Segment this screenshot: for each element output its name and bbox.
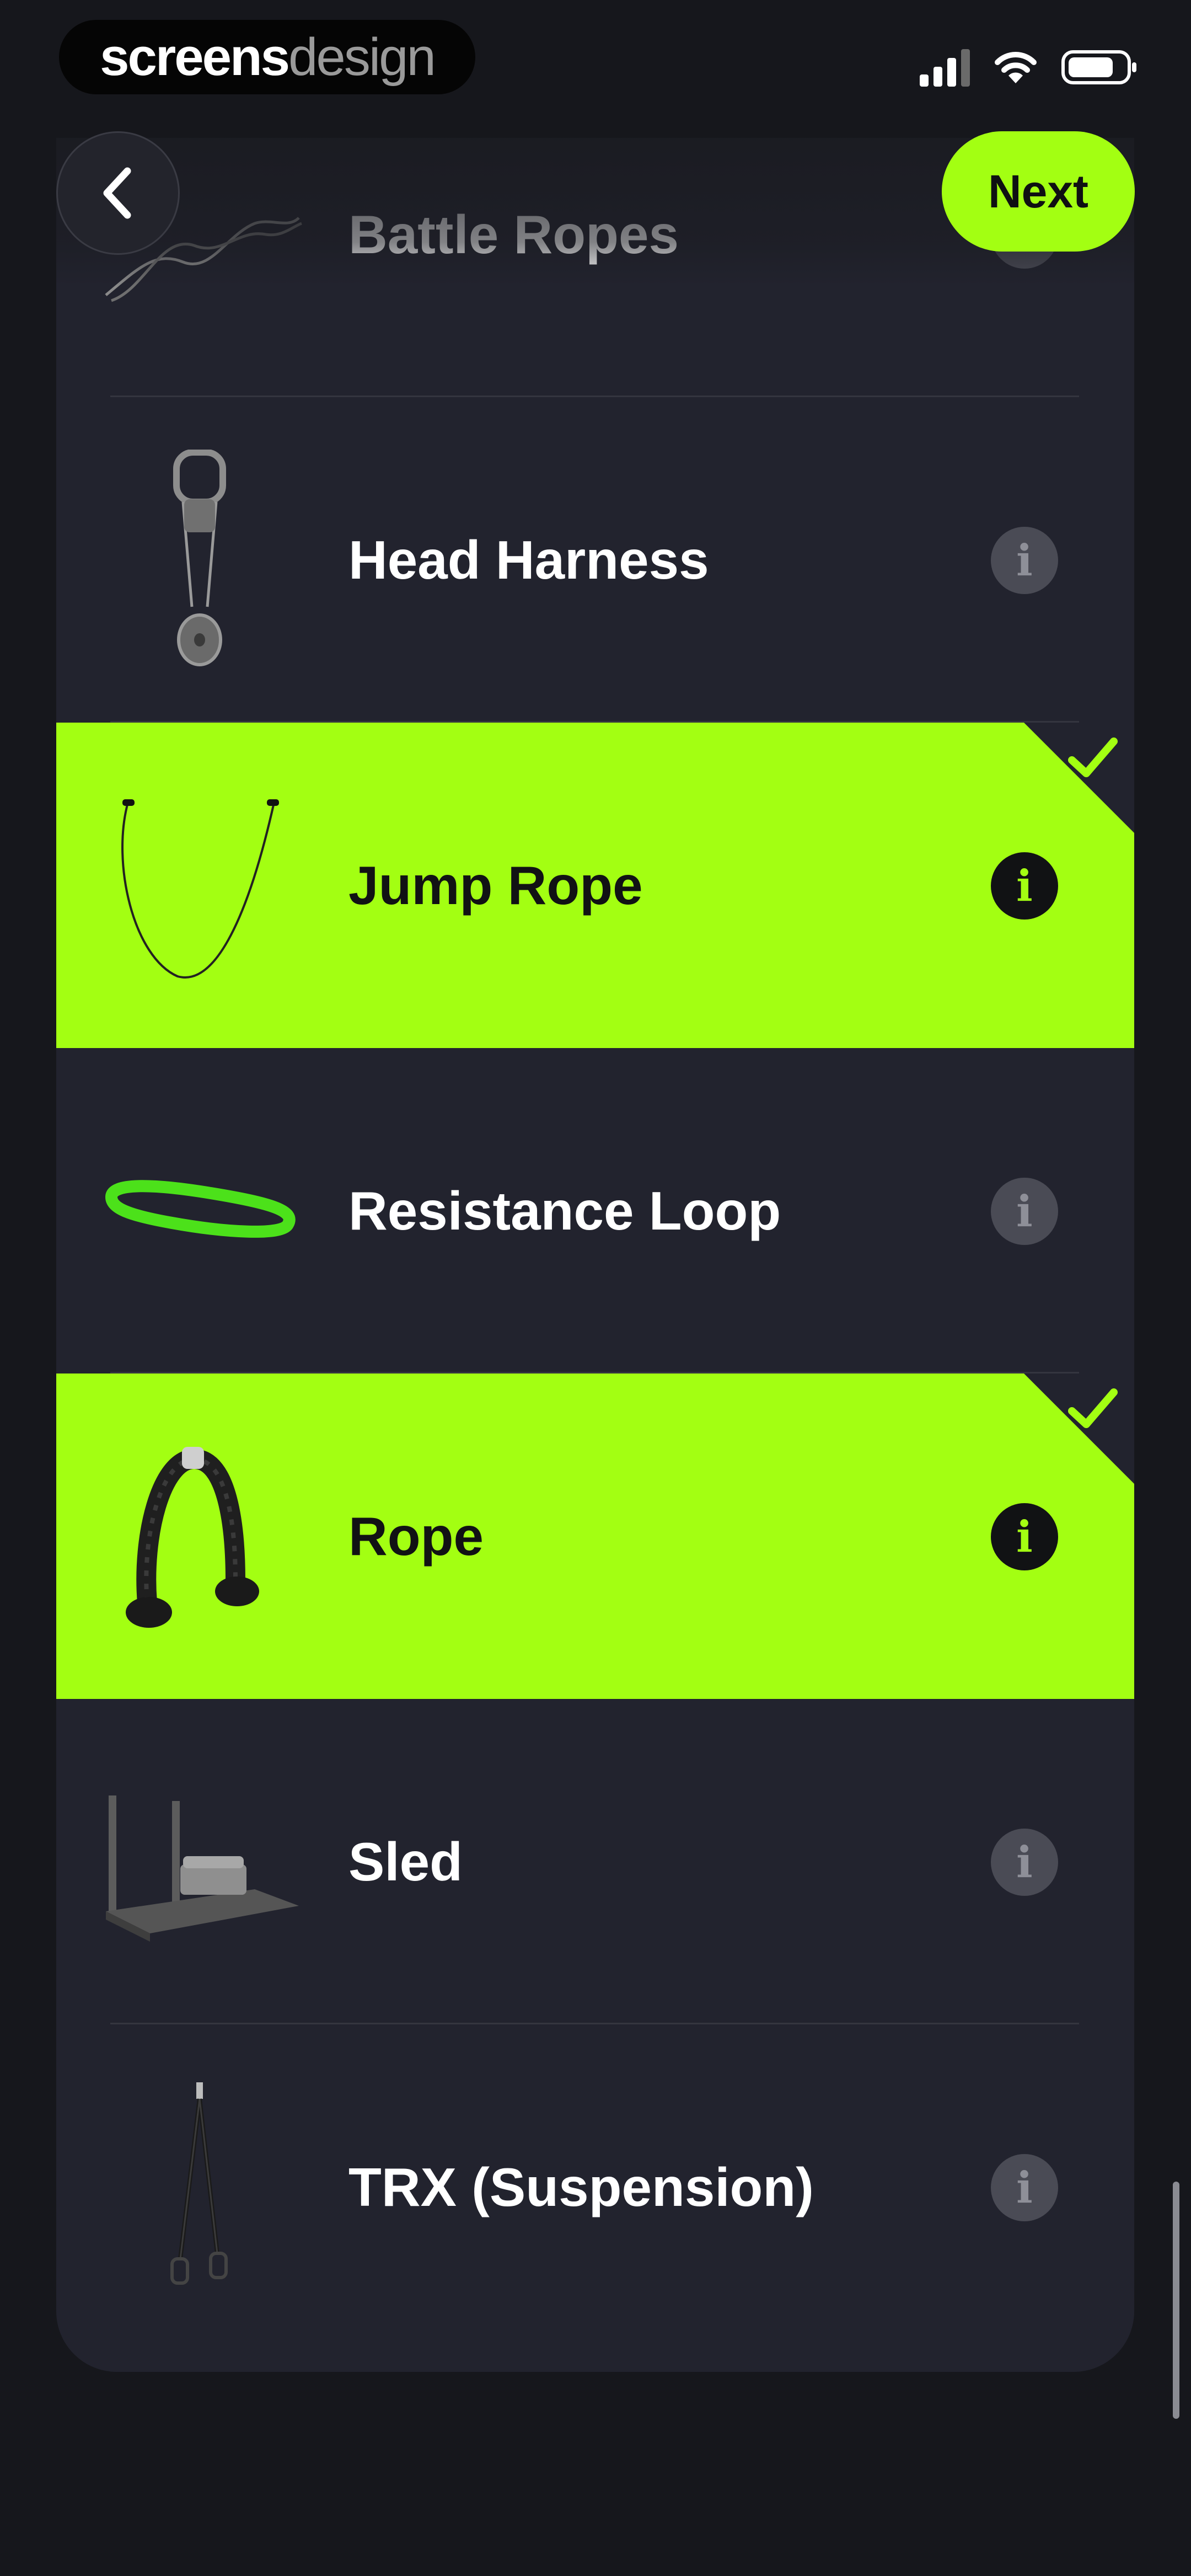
- logo-text-design: design: [288, 27, 436, 87]
- equipment-item-trx[interactable]: TRX (Suspension) i: [56, 2024, 1134, 2350]
- tricep-rope-image: [89, 1426, 310, 1647]
- sled-image: [89, 1751, 310, 1972]
- check-icon: [1068, 737, 1118, 777]
- battery-icon: [1061, 50, 1136, 84]
- equipment-item-rope[interactable]: Rope i: [56, 1373, 1134, 1699]
- head-harness-image: [89, 450, 310, 670]
- resistance-loop-image: [89, 1100, 310, 1321]
- equipment-label: Head Harness: [348, 530, 709, 590]
- equipment-list: Battle Ropes i Head Harness i: [56, 138, 1134, 2372]
- equipment-item-jump-rope[interactable]: Jump Rope i: [56, 723, 1134, 1048]
- equipment-label: Resistance Loop: [348, 1180, 781, 1241]
- logo-text-screens: screens: [100, 27, 290, 87]
- status-bar-icons: [920, 45, 1139, 89]
- jump-rope-image: [89, 775, 310, 996]
- trx-suspension-image: [89, 2077, 310, 2297]
- equipment-label: Sled: [348, 1831, 463, 1892]
- equipment-label: TRX (Suspension): [348, 2157, 814, 2217]
- chevron-left-icon: [103, 167, 131, 219]
- info-icon[interactable]: i: [991, 1829, 1058, 1896]
- equipment-item-resistance-loop[interactable]: Resistance Loop i: [56, 1048, 1134, 1373]
- info-icon[interactable]: i: [991, 1178, 1058, 1245]
- back-button[interactable]: [56, 131, 180, 255]
- scrollbar[interactable]: [1173, 2182, 1179, 2419]
- check-icon: [1068, 1388, 1118, 1428]
- info-icon[interactable]: i: [991, 2154, 1058, 2221]
- equipment-label: Jump Rope: [348, 855, 643, 916]
- wifi-icon: [995, 52, 1037, 83]
- info-icon[interactable]: i: [991, 852, 1058, 920]
- equipment-label: Rope: [348, 1506, 484, 1567]
- info-icon[interactable]: i: [991, 1503, 1058, 1570]
- cellular-signal-icon: [920, 48, 970, 87]
- info-icon[interactable]: i: [991, 527, 1058, 594]
- screensdesign-logo: screens design: [59, 20, 475, 94]
- next-button[interactable]: Next: [942, 131, 1135, 252]
- equipment-item-head-harness[interactable]: Head Harness i: [56, 397, 1134, 723]
- equipment-item-sled[interactable]: Sled i: [56, 1699, 1134, 2024]
